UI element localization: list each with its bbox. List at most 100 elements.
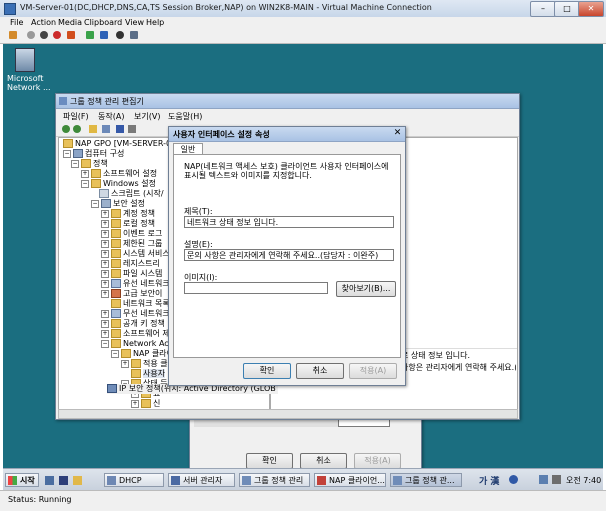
close-button[interactable]: ✕: [578, 1, 604, 17]
cancel-button[interactable]: 취소: [296, 363, 344, 379]
menu-view[interactable]: View: [125, 18, 144, 27]
ime-indicator[interactable]: 가 漢: [479, 474, 499, 487]
expand-icon[interactable]: +: [101, 209, 109, 218]
bg-cancel-button[interactable]: 취소: [300, 453, 347, 468]
up-icon[interactable]: [89, 125, 97, 133]
task-dhcp[interactable]: DHCP: [104, 473, 164, 487]
tree-item[interactable]: + 공개 키 정책: [101, 319, 165, 329]
tree-item[interactable]: + 소프트웨어 설정: [81, 169, 157, 179]
ok-button[interactable]: 확인: [243, 363, 291, 379]
shutdown-icon[interactable]: [53, 31, 61, 39]
volume-tray-icon[interactable]: [552, 475, 561, 484]
forward-icon[interactable]: [73, 125, 81, 133]
snapshot-icon[interactable]: [116, 31, 124, 39]
expand-icon[interactable]: +: [101, 259, 109, 268]
collapse-icon[interactable]: −: [63, 149, 71, 158]
title-input[interactable]: 네트워크 상태 정보 입니다.: [184, 216, 394, 228]
expand-icon[interactable]: +: [101, 329, 109, 338]
task-group-policy-management[interactable]: 그룹 정책 관리: [239, 473, 310, 487]
tree-item[interactable]: + 계정 정책: [101, 209, 155, 219]
maximize-button[interactable]: □: [554, 1, 580, 17]
vm-toolbar: [0, 29, 606, 44]
tree-item[interactable]: − NAP 클라이: [111, 349, 174, 359]
tree-item[interactable]: + 이벤트 로그: [101, 229, 162, 239]
network-tray-icon[interactable]: [539, 475, 548, 484]
quick-launch-explorer-icon[interactable]: [73, 476, 82, 485]
gpo-menu-help[interactable]: 도움말(H): [168, 111, 202, 122]
description-input[interactable]: 문의 사항은 관리자에게 연락해 주세요..(담당자 : 이완주): [184, 249, 394, 261]
tree-item[interactable]: − 정책: [71, 159, 108, 169]
gpo-menu-view[interactable]: 보기(V): [134, 111, 160, 122]
collapse-icon[interactable]: −: [111, 349, 119, 358]
browse-button[interactable]: 찾아보기(B)...: [336, 281, 396, 297]
dialog-close-icon[interactable]: ✕: [393, 129, 402, 138]
network-monitor-icon[interactable]: [15, 48, 35, 72]
tree-item[interactable]: + 시스템 서비스: [101, 249, 170, 259]
collapse-icon[interactable]: −: [101, 339, 109, 348]
quick-launch-powershell-icon[interactable]: [59, 476, 68, 485]
expand-icon[interactable]: +: [101, 239, 109, 248]
menu-file[interactable]: File: [10, 18, 23, 27]
quick-launch-server-icon[interactable]: [45, 476, 54, 485]
expand-icon[interactable]: +: [101, 229, 109, 238]
tree-item[interactable]: − 컴퓨터 구성: [63, 149, 124, 159]
tree-item[interactable]: + 소프트웨어 제: [101, 329, 170, 339]
tree-item[interactable]: + 적용 클: [121, 359, 168, 369]
properties-icon[interactable]: [128, 125, 136, 133]
collapse-icon[interactable]: −: [71, 159, 79, 168]
expand-icon[interactable]: +: [101, 219, 109, 228]
ctrl-alt-del-icon[interactable]: [9, 31, 17, 39]
expand-icon[interactable]: +: [131, 399, 139, 408]
menu-help[interactable]: Help: [146, 18, 164, 27]
horizontal-scrollbar[interactable]: [58, 409, 518, 419]
expand-icon[interactable]: +: [101, 269, 109, 278]
tree-item[interactable]: + 제한된 그룹: [101, 239, 162, 249]
expand-icon[interactable]: +: [101, 289, 109, 298]
minimize-button[interactable]: –: [530, 1, 556, 17]
expand-icon[interactable]: +: [101, 279, 109, 288]
tree-item[interactable]: + 유선 네트워크: [101, 279, 170, 289]
gpo-menu-action[interactable]: 동작(A): [98, 111, 124, 122]
tree-item[interactable]: 스크립트 (시작/: [99, 189, 164, 199]
collapse-icon[interactable]: −: [81, 179, 89, 188]
back-icon[interactable]: [62, 125, 70, 133]
tree-item[interactable]: + 고급 보안이: [101, 289, 162, 299]
tree-item[interactable]: NAP GPO [VM-SERVER-01.C: [63, 139, 184, 149]
task-server-manager[interactable]: 서버 관리자: [168, 473, 235, 487]
gpo-menu-file[interactable]: 파일(F): [63, 111, 89, 122]
tree-item[interactable]: + 무선 네트워크: [101, 309, 170, 319]
tree-item-selected[interactable]: 사용자: [131, 369, 166, 379]
tree-item[interactable]: + 레지스트리: [101, 259, 160, 269]
tree-item[interactable]: − Network Acc: [101, 339, 173, 349]
expand-icon[interactable]: +: [101, 249, 109, 258]
network-icon: [111, 279, 121, 288]
pause-icon[interactable]: [86, 31, 94, 39]
reset-icon[interactable]: [100, 31, 108, 39]
expand-icon[interactable]: +: [81, 169, 89, 178]
expand-icon[interactable]: +: [101, 309, 109, 318]
bg-ok-button[interactable]: 확인: [246, 453, 293, 468]
tree-item[interactable]: − Windows 설정: [81, 179, 156, 189]
tree-item[interactable]: + 파일 시스템: [101, 269, 162, 279]
tree-item[interactable]: + 신: [131, 399, 160, 409]
help-icon[interactable]: [116, 125, 124, 133]
help-tray-icon[interactable]: [509, 475, 518, 484]
tree-item[interactable]: − 보안 설정: [91, 199, 145, 209]
menu-media[interactable]: Media: [58, 18, 82, 27]
image-path-input[interactable]: [184, 282, 328, 294]
expand-icon[interactable]: +: [101, 319, 109, 328]
show-tree-icon[interactable]: [102, 125, 110, 133]
menu-action[interactable]: Action: [31, 18, 56, 27]
task-nap-client[interactable]: NAP 클라이언...: [314, 473, 386, 487]
collapse-icon[interactable]: −: [91, 199, 99, 208]
tree-item[interactable]: + 로컬 정책: [101, 219, 155, 229]
start-button[interactable]: 시작: [5, 473, 39, 487]
start-icon[interactable]: [27, 31, 35, 39]
task-group-policy-editor[interactable]: 그룹 정책 관...: [390, 473, 462, 487]
tree-item[interactable]: 네트워크 목록: [111, 299, 170, 309]
turn-off-icon[interactable]: [40, 31, 48, 39]
power-icon[interactable]: [67, 31, 75, 39]
expand-icon[interactable]: +: [121, 359, 129, 368]
revert-icon[interactable]: [130, 31, 138, 39]
menu-clipboard[interactable]: Clipboard: [84, 18, 122, 27]
